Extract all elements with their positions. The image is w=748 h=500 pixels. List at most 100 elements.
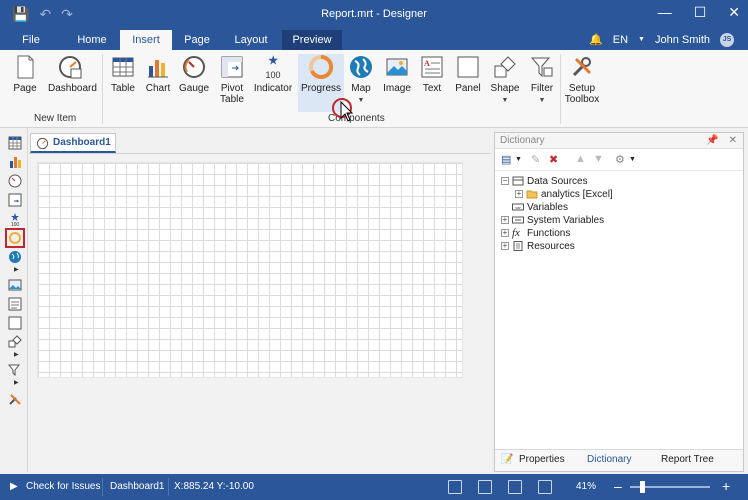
expand-icon[interactable]: + [501,229,509,238]
shape-dropdown-arrow[interactable]: ▼ [502,97,509,104]
dictionary-header: Dictionary 📌 ✕ [495,133,743,149]
tab-layout[interactable]: Layout [224,30,278,50]
properties-icon: 📝 [501,454,514,465]
delete-icon[interactable]: ✖ [549,153,558,166]
gauge-button[interactable]: Gauge [175,54,213,94]
fit-page-icon[interactable] [448,480,462,494]
tree-item-system-variables[interactable]: + System Variables [501,214,604,227]
expand-icon[interactable]: + [515,190,523,199]
arrow-down-icon[interactable]: ▼ [593,153,604,165]
edit-icon[interactable]: ✎ [531,153,540,166]
text-button[interactable]: A Text [416,54,448,94]
maximize-icon[interactable]: ☐ [694,4,707,21]
avatar[interactable]: JS [720,33,734,47]
chevron-down-icon[interactable]: ▼ [515,156,522,163]
user-name[interactable]: John Smith [655,30,710,50]
one-page-icon[interactable] [508,480,522,494]
folder-icon [526,190,538,199]
group-separator [560,54,561,124]
gauge-icon [183,56,205,78]
map-button[interactable]: Map ▼ [346,54,376,106]
dashboard-canvas[interactable] [37,162,463,378]
tab-dictionary[interactable]: Dictionary [587,454,631,465]
pivot-table-button[interactable]: Pivot Table [213,54,251,105]
progress-icon [309,54,334,79]
gear-icon[interactable]: ⚙ [615,153,625,166]
dashboard-icon [59,56,82,79]
chevron-down-icon[interactable]: ▼ [638,30,645,50]
dashboard-button[interactable]: Dashboard [48,54,97,94]
image-icon[interactable] [8,278,22,292]
chevron-right-icon[interactable]: ▶ [14,379,19,386]
tab-preview[interactable]: Preview [282,30,342,50]
tab-page[interactable]: Page [172,30,222,50]
dashboard-icon [36,137,49,150]
setup-toolbox-button[interactable]: Setup Toolbox [562,54,602,105]
indicator-button[interactable]: 100 Indicator [252,54,294,94]
zoom-100-icon[interactable] [538,480,552,494]
play-icon[interactable]: ▶ [10,481,18,492]
filter-icon[interactable] [8,363,22,377]
chart-button[interactable]: Chart [139,54,177,94]
chevron-right-icon[interactable]: ▶ [14,351,19,358]
zoom-slider-thumb[interactable] [640,481,645,493]
window-controls: — ☐ ✕ [658,4,740,21]
image-button[interactable]: Image [380,54,414,94]
collapse-icon[interactable]: − [501,177,509,186]
dictionary-toolbar: ▤ ▼ ✎ ✖ ▲ ▼ ⚙ ▼ [495,149,743,171]
chevron-right-icon[interactable]: ▶ [14,266,19,273]
pivot-table-icon[interactable] [8,193,22,207]
svg-text:A: A [424,59,430,68]
document-tab-label: Dashboard1 [53,137,111,148]
close-icon[interactable]: ✕ [728,4,740,21]
expand-icon[interactable]: + [501,216,509,225]
panel-button[interactable]: Panel [452,54,484,94]
tab-report-tree[interactable]: Report Tree [661,454,714,465]
shape-button[interactable]: Shape ▼ [488,54,522,106]
zoom-out-icon[interactable]: – [614,478,622,494]
bell-icon[interactable]: 🔔 [589,30,603,50]
tree-item-data-sources[interactable]: − Data Sources [501,175,588,188]
setup-toolbox-label-line2: Toolbox [564,94,600,105]
tree-item-resources[interactable]: + Resources [501,240,575,253]
tools-icon[interactable] [8,392,22,406]
text-icon[interactable] [8,297,22,311]
table-button[interactable]: Table [104,54,142,94]
tree-item-variables[interactable]: var Variables [512,201,568,214]
pin-icon[interactable]: 📌 [706,133,718,149]
chevron-down-icon[interactable]: ▼ [629,156,636,163]
tab-properties[interactable]: Properties [519,454,565,465]
status-separator [102,478,103,496]
map-dropdown-arrow[interactable]: ▼ [358,97,365,104]
user-zone: 🔔 EN ▼ John Smith JS [589,30,734,50]
tree-item-functions[interactable]: + fx Functions [501,227,570,240]
tree-item-analytics[interactable]: + analytics [Excel] [515,188,613,201]
minimize-icon[interactable]: — [658,4,672,21]
globe-icon[interactable] [8,250,22,264]
check-issues-button[interactable]: Check for Issues [26,481,100,492]
arrow-up-icon[interactable]: ▲ [575,153,586,165]
panel-icon[interactable] [8,316,22,330]
tab-file[interactable]: File [8,30,54,50]
filter-dropdown-arrow[interactable]: ▼ [539,97,546,104]
tab-home[interactable]: Home [66,30,118,50]
new-item-icon[interactable]: ▤ [501,153,511,166]
status-bar: ▶ Check for Issues Dashboard1 X:885.24 Y… [0,474,748,500]
gauge-icon[interactable] [8,174,22,188]
shape-icon[interactable] [8,335,22,349]
page-button[interactable]: Page [6,54,44,94]
table-icon[interactable] [8,136,22,150]
panel-icon [457,56,479,78]
filter-button[interactable]: Filter ▼ [526,54,558,106]
chart-icon[interactable] [8,155,22,169]
indicator-icon[interactable]: 100 [8,212,22,226]
fit-width-icon[interactable] [478,480,492,494]
dictionary-panel: Dictionary 📌 ✕ ▤ ▼ ✎ ✖ ▲ ▼ ⚙ ▼ − Data Sou… [494,132,744,472]
language-selector[interactable]: EN [613,30,628,50]
progress-icon[interactable] [5,228,25,248]
zoom-in-icon[interactable]: + [722,478,730,494]
document-tab[interactable]: Dashboard1 [30,133,116,153]
tab-insert[interactable]: Insert [120,30,172,50]
expand-icon[interactable]: + [501,242,509,251]
close-icon[interactable]: ✕ [729,133,737,149]
